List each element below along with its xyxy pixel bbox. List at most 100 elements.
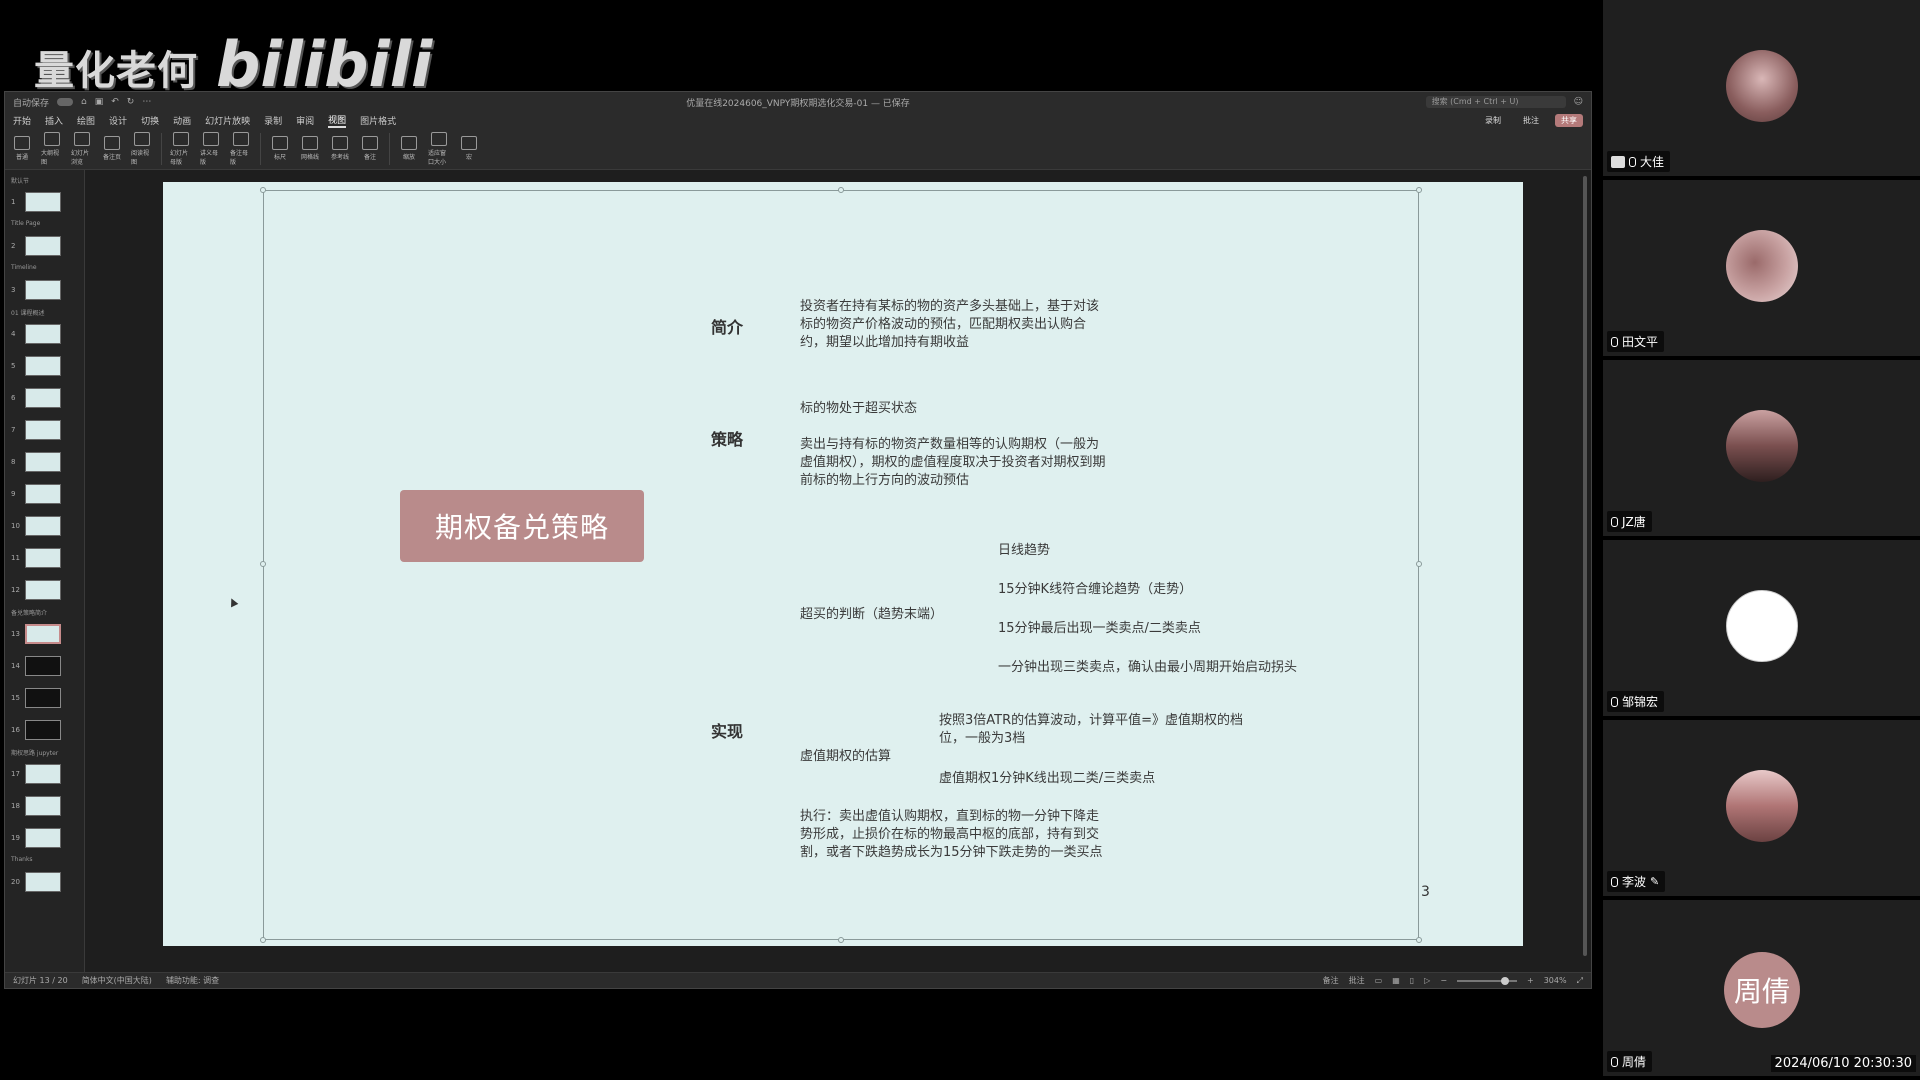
zoom-level[interactable]: 304% bbox=[1544, 976, 1567, 985]
accessibility-indicator[interactable]: 辅助功能: 调查 bbox=[166, 975, 219, 986]
strategy-line-1[interactable]: 标的物处于超买状态 bbox=[800, 400, 1110, 418]
more-icon[interactable]: ⋯ bbox=[142, 97, 151, 107]
slide-thumbnail[interactable]: 7 bbox=[5, 414, 84, 446]
intro-text[interactable]: 投资者在持有某标的物的资产多头基础上，基于对该标的物资产价格波动的预估，匹配期权… bbox=[800, 298, 1110, 352]
ribbon-button[interactable]: 参考线 bbox=[329, 136, 351, 161]
overbought-item[interactable]: 一分钟出现三类卖点，确认由最小周期开始启动拐头 bbox=[998, 659, 1308, 677]
fit-window-icon[interactable]: ⤢ bbox=[1577, 976, 1583, 986]
thumbnail-section-header[interactable]: 备兑策略简介 bbox=[5, 606, 84, 618]
save-icon[interactable]: ▣ bbox=[95, 97, 104, 107]
zoom-slider[interactable] bbox=[1457, 976, 1518, 985]
reading-view-icon[interactable]: ▯ bbox=[1410, 976, 1414, 985]
thumbnail-section-header[interactable]: 01 课程概述 bbox=[5, 306, 84, 318]
resize-handle[interactable] bbox=[838, 187, 844, 193]
normal-view-icon[interactable]: ▭ bbox=[1375, 976, 1383, 985]
profile-icon[interactable]: ☺ bbox=[1574, 97, 1583, 107]
slide-thumbnail[interactable]: 6 bbox=[5, 382, 84, 414]
slide-thumbnail[interactable]: 15 bbox=[5, 682, 84, 714]
overbought-item[interactable]: 15分钟最后出现一类卖点/二类卖点 bbox=[998, 620, 1201, 638]
slide-thumbnail[interactable]: 2 bbox=[5, 230, 84, 262]
slide-thumbnail[interactable]: 1 bbox=[5, 186, 84, 218]
slide-thumbnail[interactable]: 12 bbox=[5, 574, 84, 606]
thumbnail-section-header[interactable]: Title Page bbox=[5, 218, 84, 230]
resize-handle[interactable] bbox=[260, 561, 266, 567]
thumbnail-section-header[interactable]: Timeline bbox=[5, 262, 84, 274]
ribbon-button[interactable]: 标尺 bbox=[269, 136, 291, 161]
menu-item[interactable]: 录制 bbox=[264, 114, 282, 127]
ribbon-button[interactable]: 讲义母版 bbox=[200, 131, 222, 166]
slide-thumbnail[interactable]: 10 bbox=[5, 510, 84, 542]
otm-item[interactable]: 虚值期权1分钟K线出现二类/三类卖点 bbox=[939, 770, 1249, 788]
ribbon-button[interactable]: 大纲视图 bbox=[41, 131, 63, 166]
slide-thumbnail[interactable]: 4 bbox=[5, 318, 84, 350]
execute-text[interactable]: 执行：卖出虚值认购期权，直到标的物一分钟下降走势形成，止损价在标的物最高中枢的底… bbox=[800, 808, 1110, 862]
ribbon-button[interactable]: 网格线 bbox=[299, 136, 321, 161]
scrollbar-thumb[interactable] bbox=[1583, 176, 1587, 956]
autosave-toggle[interactable] bbox=[57, 98, 74, 106]
ribbon-button[interactable]: 适应窗口大小 bbox=[428, 131, 450, 166]
overbought-label[interactable]: 超买的判断（趋势末端） bbox=[800, 606, 943, 624]
zoom-out-icon[interactable]: − bbox=[1440, 976, 1447, 985]
menu-item[interactable]: 图片格式 bbox=[360, 114, 396, 127]
ribbon-button[interactable]: 阅读视图 bbox=[131, 131, 153, 166]
slide-thumbnail[interactable]: 16 bbox=[5, 714, 84, 746]
slide-thumbnail[interactable]: 17 bbox=[5, 758, 84, 790]
slide-thumbnail[interactable]: 9 bbox=[5, 478, 84, 510]
slide-thumbnail[interactable]: 18 bbox=[5, 790, 84, 822]
ribbon-button[interactable]: 宏 bbox=[458, 136, 480, 161]
resize-handle[interactable] bbox=[260, 187, 266, 193]
redo-icon[interactable]: ↻ bbox=[127, 97, 135, 107]
search-input[interactable]: 搜索 (Cmd + Ctrl + U) bbox=[1425, 96, 1566, 108]
ribbon-button[interactable]: 备注 bbox=[359, 136, 381, 161]
notes-button[interactable]: 备注 bbox=[1323, 975, 1339, 986]
menu-item[interactable]: 切换 bbox=[141, 114, 159, 127]
zoom-slider-knob[interactable] bbox=[1501, 976, 1510, 985]
thumbnail-section-header[interactable]: Thanks bbox=[5, 854, 84, 866]
undo-icon[interactable]: ↶ bbox=[111, 97, 119, 107]
menu-item[interactable]: 动画 bbox=[173, 114, 191, 127]
menu-item[interactable]: 设计 bbox=[109, 114, 127, 127]
vertical-scrollbar[interactable] bbox=[1583, 170, 1589, 972]
sorter-view-icon[interactable]: ▦ bbox=[1392, 976, 1400, 985]
slide-thumbnail[interactable]: 5 bbox=[5, 350, 84, 382]
thumbnail-section-header[interactable]: 期权思路 jupyter bbox=[5, 746, 84, 758]
overbought-item[interactable]: 15分钟K线符合缠论趋势（走势） bbox=[998, 581, 1192, 599]
comments-button[interactable]: 批注 bbox=[1349, 975, 1365, 986]
slide-thumbnail[interactable]: 11 bbox=[5, 542, 84, 574]
language-indicator[interactable]: 简体中文(中国大陆) bbox=[82, 975, 152, 986]
thumbnail-section-header[interactable]: 默认节 bbox=[5, 174, 84, 186]
participant-tile[interactable]: 大佳 bbox=[1603, 0, 1920, 178]
ribbon-button[interactable]: 缩放 bbox=[398, 136, 420, 161]
ribbon-button[interactable]: 幻灯片母版 bbox=[170, 131, 192, 166]
participant-tile[interactable]: 周倩 周倩 2024/06/10 20:30:30 bbox=[1603, 900, 1920, 1078]
slide-thumbnail[interactable]: 13 bbox=[5, 618, 84, 650]
zoom-in-icon[interactable]: + bbox=[1527, 976, 1534, 985]
home-icon[interactable]: ⌂ bbox=[81, 97, 87, 107]
menu-item[interactable]: 插入 bbox=[45, 114, 63, 127]
slideshow-icon[interactable]: ▷ bbox=[1424, 976, 1430, 985]
ribbon-button[interactable]: 幻灯片浏览 bbox=[71, 131, 93, 166]
slide-thumbnail[interactable]: 19 bbox=[5, 822, 84, 854]
resize-handle[interactable] bbox=[1416, 561, 1422, 567]
participant-tile[interactable]: 李波 ✎ bbox=[1603, 720, 1920, 898]
participant-tile[interactable]: JZ唐 bbox=[1603, 360, 1920, 538]
menu-item[interactable]: 绘图 bbox=[77, 114, 95, 127]
resize-handle[interactable] bbox=[1416, 187, 1422, 193]
menu-item[interactable]: 开始 bbox=[13, 114, 31, 127]
slide-thumbnail[interactable]: 20 bbox=[5, 866, 84, 898]
otm-label[interactable]: 虚值期权的估算 bbox=[800, 748, 891, 766]
overbought-item[interactable]: 日线趋势 bbox=[998, 542, 1050, 560]
comment-button[interactable]: 批注 bbox=[1517, 114, 1545, 127]
share-button[interactable]: 共享 bbox=[1555, 113, 1583, 127]
resize-handle[interactable] bbox=[838, 937, 844, 943]
ribbon-button[interactable]: 备注母版 bbox=[230, 131, 252, 166]
participant-tile[interactable]: 田文平 bbox=[1603, 180, 1920, 358]
menu-item[interactable]: 审阅 bbox=[296, 114, 314, 127]
ribbon-button[interactable]: 备注页 bbox=[101, 136, 123, 161]
slide-thumbnail[interactable]: 14 bbox=[5, 650, 84, 682]
slide-thumbnail[interactable]: 8 bbox=[5, 446, 84, 478]
menu-item[interactable]: 幻灯片放映 bbox=[205, 114, 250, 127]
record-button[interactable]: 录制 bbox=[1479, 114, 1507, 127]
otm-item[interactable]: 按照3倍ATR的估算波动，计算平值=》虚值期权的档位，一般为3档 bbox=[939, 712, 1249, 748]
slide-title[interactable]: 期权备兑策略 bbox=[400, 490, 644, 562]
